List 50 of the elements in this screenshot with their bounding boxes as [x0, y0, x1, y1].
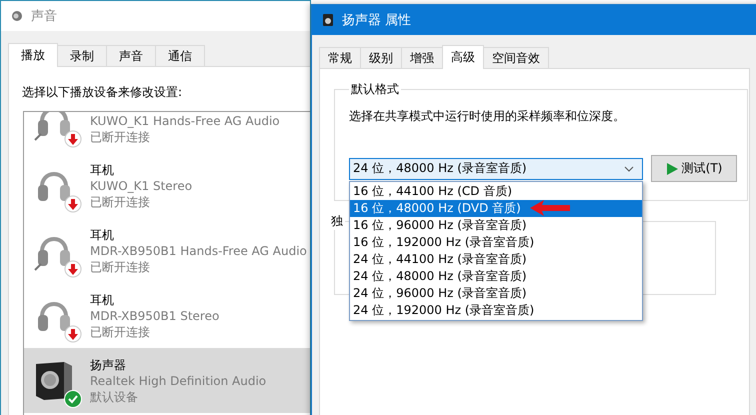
device-item[interactable]: KUWO_K1 Hands-Free AG Audio 已断开连接 [24, 112, 310, 153]
device-name: 耳机 [90, 226, 115, 242]
device-item[interactable]: 扬声器 Realtek High Definition Audio 默认设备 [24, 348, 310, 413]
device-description: MDR-XB950B1 Stereo [90, 308, 220, 324]
device-item[interactable]: 耳机 KUWO_K1 Stereo 已断开连接 [24, 153, 310, 218]
dropdown-option[interactable]: 24 位，48000 Hz (录音室音质) [350, 268, 642, 284]
tab[interactable]: 播放 [8, 43, 58, 67]
tab[interactable]: 常规 [319, 47, 361, 68]
device-status: 已断开连接 [90, 128, 151, 144]
device-status: 默认设备 [90, 388, 139, 404]
dropdown-option[interactable]: 24 位，192000 Hz (录音室音质) [350, 302, 642, 318]
arrow-icon [528, 198, 572, 216]
device-description: KUWO_K1 Hands-Free AG Audio [90, 112, 280, 128]
device-item[interactable]: 耳机 MDR-XB950B1 Hands-Free AG Audio 已断开连接 [24, 218, 310, 283]
dropdown-option[interactable]: 24 位，96000 Hz (录音室音质) [350, 284, 642, 302]
dropdown-option[interactable]: 16 位，44100 Hz (CD 音质) [350, 182, 642, 200]
dropdown-option[interactable]: 16 位，192000 Hz (录音室音质) [350, 234, 642, 250]
device-name: 扬声器 [90, 356, 127, 372]
group-label: 独 [330, 213, 344, 230]
tab[interactable]: 空间音效 [483, 47, 549, 68]
group-label: 默认格式 [350, 81, 400, 98]
device-description: Realtek High Definition Audio [90, 372, 266, 388]
chevron-down-icon [624, 166, 634, 172]
disconnected-badge-icon [64, 324, 82, 342]
device-status: 已断开连接 [90, 258, 151, 274]
check-badge-icon [64, 390, 82, 408]
device-description: KUWO_K1 Stereo [90, 178, 192, 194]
device-name: 耳机 [90, 292, 115, 308]
dropdown-option[interactable]: 16 位，96000 Hz (录音室音质) [350, 216, 642, 234]
device-status: 已断开连接 [90, 194, 151, 210]
speaker-icon [11, 10, 23, 22]
tab[interactable]: 通信 [155, 45, 205, 66]
device-status: 已断开连接 [90, 324, 151, 340]
instruction-text: 选择以下播放设备来修改设置: [22, 84, 184, 101]
dropdown-option[interactable]: 16 位，48000 Hz (DVD 音质) [350, 200, 642, 216]
test-button[interactable]: 测试(T) [651, 155, 737, 182]
window-title: 扬声器 属性 [342, 12, 412, 29]
disconnected-badge-icon [64, 194, 82, 212]
play-icon [666, 162, 678, 174]
speaker-icon [322, 14, 334, 26]
device-item[interactable]: 耳机 MDR-XB950B1 Stereo 已断开连接 [24, 283, 310, 348]
tab[interactable]: 高级 [442, 45, 484, 69]
disconnected-badge-icon [64, 260, 82, 278]
window-title: 声音 [31, 8, 57, 25]
format-dropdown[interactable]: 24 位，48000 Hz (录音室音质) [349, 158, 643, 180]
dropdown-option[interactable]: 24 位，44100 Hz (录音室音质) [350, 250, 642, 268]
device-description: MDR-XB950B1 Hands-Free AG Audio [90, 242, 307, 258]
device-name: 耳机 [90, 162, 115, 178]
disconnected-badge-icon [64, 130, 82, 148]
description-text: 选择在共享模式中运行时使用的采样频率和位深度。 [349, 108, 626, 125]
